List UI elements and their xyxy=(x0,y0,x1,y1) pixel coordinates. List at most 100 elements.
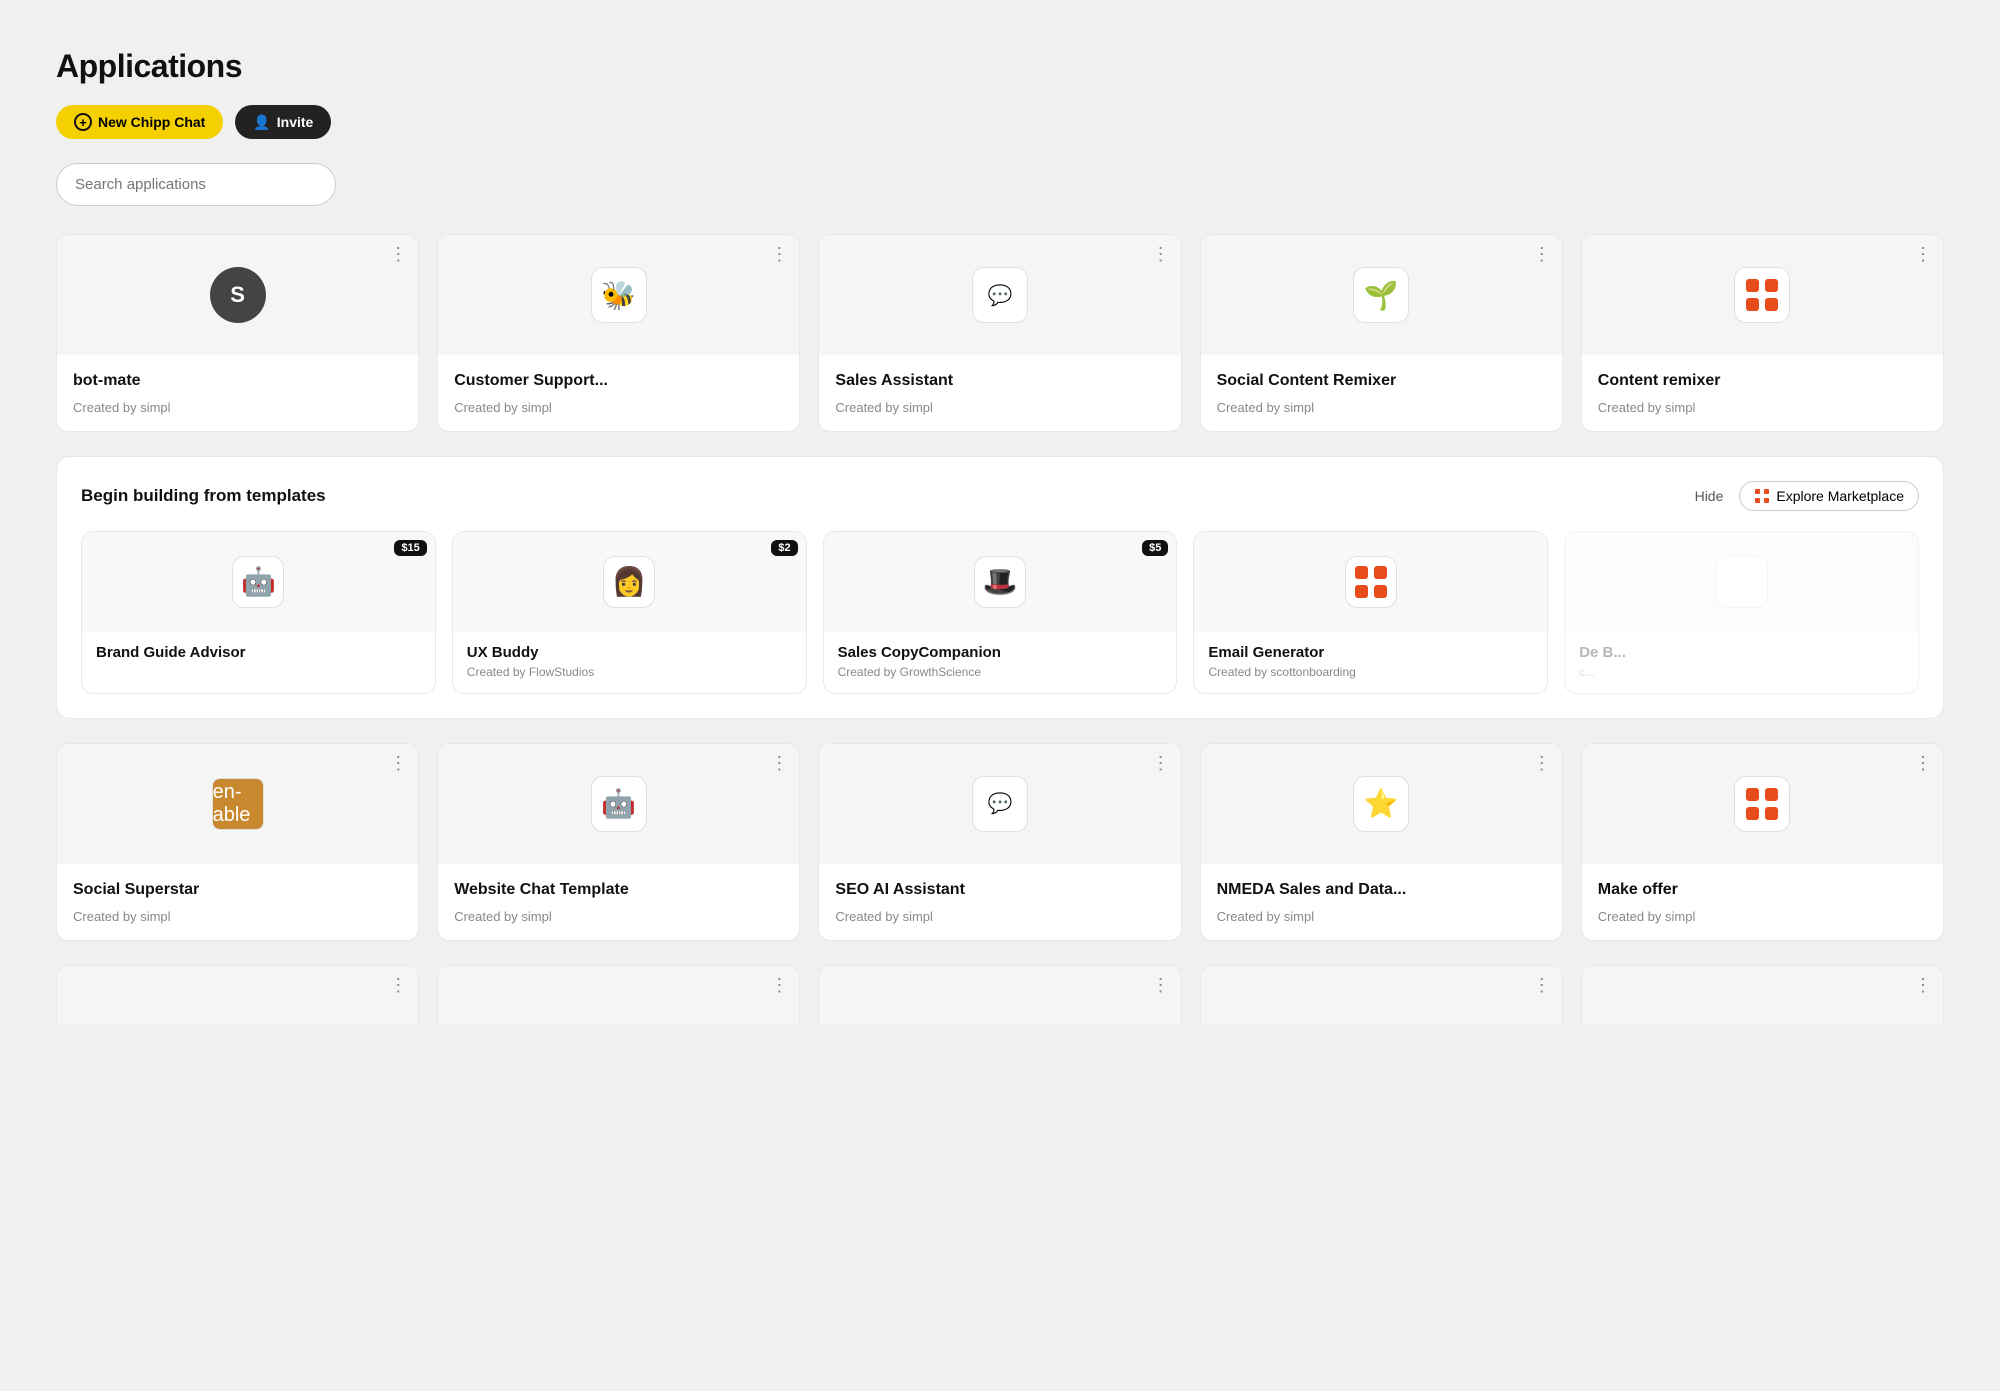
apps-grid-row1: S ⋮ bot-mate Created by simpl 🐝 ⋮ Custom… xyxy=(56,234,1944,432)
app-card-menu-icon[interactable]: ⋮ xyxy=(770,754,789,772)
template-icon-sales-copy: 🎩 xyxy=(974,556,1026,608)
app-icon-social-superstar: en-able xyxy=(212,778,264,830)
orange-grid-svg xyxy=(1744,277,1780,313)
app-icon-bot-mate: S xyxy=(210,267,266,323)
email-orange-grid-svg xyxy=(1353,564,1389,600)
app-card-name: Customer Support... xyxy=(454,371,783,392)
app-card-top: 🌱 ⋮ xyxy=(1201,235,1562,355)
app-card-menu-icon[interactable]: ⋮ xyxy=(1152,245,1171,263)
app-card-menu-icon[interactable]: ⋮ xyxy=(1533,245,1552,263)
app-card-menu-icon[interactable]: ⋮ xyxy=(389,245,408,263)
template-card-email-generator[interactable]: Email Generator Created by scottonboardi… xyxy=(1193,531,1548,694)
explore-marketplace-button[interactable]: Explore Marketplace xyxy=(1739,481,1919,511)
app-card-social-content-remixer[interactable]: 🌱 ⋮ Social Content Remixer Created by si… xyxy=(1200,234,1563,432)
app-card-body: bot-mate Created by simpl xyxy=(57,355,418,431)
app-card-name: Content remixer xyxy=(1598,371,1927,392)
app-card-menu-icon[interactable]: ⋮ xyxy=(770,245,789,263)
app-card-top: ⋮ xyxy=(57,966,418,1025)
template-card-top: 👩 $2 xyxy=(453,532,806,632)
app-card-partial-4[interactable]: ⋮ xyxy=(1200,965,1563,1025)
app-card-body: Content remixer Created by simpl xyxy=(1582,355,1943,431)
template-card-creator: Created by GrowthScience xyxy=(838,665,1163,679)
app-icon-sales-assistant: 💬 xyxy=(972,267,1028,323)
app-card-top: ⋮ xyxy=(819,966,1180,1025)
explore-label: Explore Marketplace xyxy=(1776,488,1904,504)
app-card-seo-ai-assistant[interactable]: 💬 ⋮ SEO AI Assistant Created by simpl xyxy=(818,743,1181,941)
template-card-top xyxy=(1565,532,1918,632)
plus-circle-icon: + xyxy=(74,113,92,131)
template-card-body: Sales CopyCompanion Created by GrowthSci… xyxy=(824,632,1177,693)
app-icon-make-offer xyxy=(1734,776,1790,832)
app-card-menu-icon[interactable]: ⋮ xyxy=(1914,754,1933,772)
app-card-menu-icon[interactable]: ⋮ xyxy=(389,976,408,994)
hide-button[interactable]: Hide xyxy=(1695,488,1724,504)
invite-label: Invite xyxy=(277,114,314,130)
price-badge-brand-guide: $15 xyxy=(394,540,426,556)
template-card-de-b[interactable]: De B... c... xyxy=(1564,531,1919,694)
app-card-make-offer[interactable]: ⋮ Make offer Created by simpl xyxy=(1581,743,1944,941)
app-card-partial-3[interactable]: ⋮ xyxy=(818,965,1181,1025)
search-input[interactable] xyxy=(56,163,336,206)
app-card-name: Website Chat Template xyxy=(454,880,783,901)
templates-title: Begin building from templates xyxy=(81,486,326,506)
template-card-sales-copy-companion[interactable]: 🎩 $5 Sales CopyCompanion Created by Grow… xyxy=(823,531,1178,694)
top-buttons: + New Chipp Chat 👤 Invite xyxy=(56,105,1944,139)
app-card-customer-support[interactable]: 🐝 ⋮ Customer Support... Created by simpl xyxy=(437,234,800,432)
template-card-creator: Created by FlowStudios xyxy=(467,665,792,679)
template-icon-de-b xyxy=(1716,556,1768,608)
app-icon-seo-ai: 💬 xyxy=(972,776,1028,832)
app-card-partial-5[interactable]: ⋮ xyxy=(1581,965,1944,1025)
app-card-menu-icon[interactable]: ⋮ xyxy=(1914,976,1933,994)
app-card-top: en-able ⋮ xyxy=(57,744,418,864)
app-card-creator: Created by simpl xyxy=(1217,400,1546,415)
app-card-creator: Created by simpl xyxy=(1598,909,1927,924)
app-card-partial-1[interactable]: ⋮ xyxy=(56,965,419,1025)
template-card-body: De B... c... xyxy=(1565,632,1918,693)
template-icon-ux-buddy: 👩 xyxy=(603,556,655,608)
invite-person-icon: 👤 xyxy=(253,114,270,131)
app-card-creator: Created by simpl xyxy=(454,400,783,415)
app-card-top: 💬 ⋮ xyxy=(819,744,1180,864)
app-card-name: Make offer xyxy=(1598,880,1927,901)
template-card-brand-guide-advisor[interactable]: 🤖 $15 Brand Guide Advisor xyxy=(81,531,436,694)
app-card-sales-assistant[interactable]: 💬 ⋮ Sales Assistant Created by simpl xyxy=(818,234,1181,432)
app-card-creator: Created by simpl xyxy=(1598,400,1927,415)
app-card-bot-mate[interactable]: S ⋮ bot-mate Created by simpl xyxy=(56,234,419,432)
app-card-social-superstar[interactable]: en-able ⋮ Social Superstar Created by si… xyxy=(56,743,419,941)
new-chipp-chat-button[interactable]: + New Chipp Chat xyxy=(56,105,223,139)
app-card-top: 🐝 ⋮ xyxy=(438,235,799,355)
template-card-name: Sales CopyCompanion xyxy=(838,644,1163,661)
app-card-creator: Created by simpl xyxy=(835,909,1164,924)
app-card-body: Social Content Remixer Created by simpl xyxy=(1201,355,1562,431)
app-card-menu-icon[interactable]: ⋮ xyxy=(1533,976,1552,994)
template-card-name: UX Buddy xyxy=(467,644,792,661)
new-chat-label: New Chipp Chat xyxy=(98,114,205,130)
app-card-top: ⋮ xyxy=(1582,744,1943,864)
make-offer-orange-grid-svg xyxy=(1744,786,1780,822)
app-card-content-remixer[interactable]: ⋮ Content remixer Created by simpl xyxy=(1581,234,1944,432)
price-badge-sales-copy: $5 xyxy=(1142,540,1168,556)
app-icon-customer-support: 🐝 xyxy=(591,267,647,323)
app-card-menu-icon[interactable]: ⋮ xyxy=(1533,754,1552,772)
app-card-menu-icon[interactable]: ⋮ xyxy=(389,754,408,772)
page-title: Applications xyxy=(56,48,1944,85)
template-card-body: UX Buddy Created by FlowStudios xyxy=(453,632,806,693)
app-card-name: bot-mate xyxy=(73,371,402,392)
template-card-name: De B... xyxy=(1579,644,1904,661)
app-card-menu-icon[interactable]: ⋮ xyxy=(1152,976,1171,994)
app-card-body: SEO AI Assistant Created by simpl xyxy=(819,864,1180,940)
template-card-ux-buddy[interactable]: 👩 $2 UX Buddy Created by FlowStudios xyxy=(452,531,807,694)
app-card-menu-icon[interactable]: ⋮ xyxy=(770,976,789,994)
marketplace-icon xyxy=(1754,488,1770,504)
app-card-menu-icon[interactable]: ⋮ xyxy=(1152,754,1171,772)
app-card-top: ⋮ xyxy=(1201,966,1562,1025)
apps-grid-row3: ⋮ ⋮ ⋮ ⋮ ⋮ xyxy=(56,965,1944,1025)
app-card-top: 🤖 ⋮ xyxy=(438,744,799,864)
app-card-menu-icon[interactable]: ⋮ xyxy=(1914,245,1933,263)
app-card-partial-2[interactable]: ⋮ xyxy=(437,965,800,1025)
app-card-website-chat-template[interactable]: 🤖 ⋮ Website Chat Template Created by sim… xyxy=(437,743,800,941)
search-bar xyxy=(56,163,1944,206)
app-card-nmeda-sales[interactable]: ⭐ ⋮ NMEDA Sales and Data... Created by s… xyxy=(1200,743,1563,941)
app-card-creator: Created by simpl xyxy=(73,909,402,924)
invite-button[interactable]: 👤 Invite xyxy=(235,105,331,139)
